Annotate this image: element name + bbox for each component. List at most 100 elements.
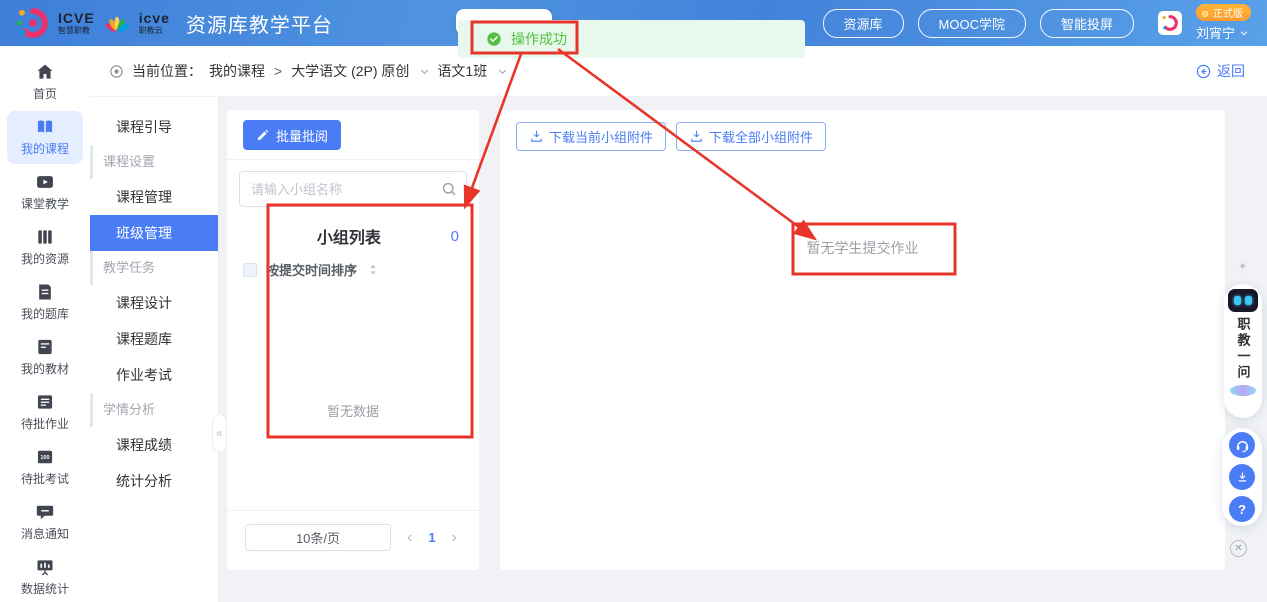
next-page-button[interactable]: › (452, 530, 457, 546)
logo1-sub: 智慧职教 (58, 27, 95, 35)
nav-mooc-button[interactable]: MOOC学院 (918, 9, 1026, 38)
location-icon (108, 63, 125, 80)
question-bank-icon (35, 282, 55, 302)
assistant-label: 职教一问 (1234, 317, 1253, 381)
menu-item-homework-exam[interactable]: 作业考试 (90, 357, 218, 393)
breadcrumb-prefix: 当前位置： (132, 61, 202, 81)
page-size-select[interactable]: 10条/页 (245, 524, 391, 551)
textbook-icon (35, 337, 55, 357)
menu-section-teaching-tasks: 教学任务 (90, 251, 218, 285)
menu-item-course-grades[interactable]: 课程成绩 (90, 427, 218, 463)
submission-empty-text: 暂无学生提交作业 (500, 238, 1225, 258)
header-nav: 资源库 MOOC学院 智能投屏 正式版 刘 (823, 4, 1251, 42)
user-block[interactable]: 正式版 刘宵宁 (1196, 4, 1251, 42)
divider (227, 159, 479, 160)
download-current-group-button[interactable]: 下载当前小组附件 (516, 122, 666, 151)
exam-icon: 100 (35, 447, 55, 467)
rail-item-my-textbooks[interactable]: 我的教材 (7, 331, 83, 384)
group-list-panel: 批量批阅 小组列表 0 (227, 110, 479, 570)
prev-page-button[interactable]: ‹ (407, 530, 412, 546)
rail-item-home[interactable]: 首页 (7, 56, 83, 109)
robot-base-glow (1230, 385, 1256, 396)
rail-item-classroom-teaching[interactable]: 课堂教学 (7, 166, 83, 219)
breadcrumb-class-dropdown[interactable]: 语文1班 (437, 61, 487, 81)
logo2-name: icve (139, 11, 170, 25)
download-all-groups-button[interactable]: 下载全部小组附件 (676, 122, 826, 151)
chevron-down-icon[interactable] (497, 66, 508, 77)
rail-item-my-question-bank[interactable]: 我的题库 (7, 276, 83, 329)
ai-assistant-widget[interactable]: 职教一问 (1224, 284, 1262, 418)
group-count-badge: 0 (451, 228, 459, 245)
select-all-checkbox[interactable] (243, 263, 257, 277)
group-list-empty-text: 暂无数据 (227, 401, 479, 420)
pencil-icon (256, 128, 270, 142)
home-icon (35, 62, 55, 82)
help-button[interactable]: ? (1229, 496, 1255, 522)
floating-toolbar: ? (1222, 428, 1262, 526)
rail-item-my-resources[interactable]: 我的资源 (7, 221, 83, 274)
username-dropdown[interactable]: 刘宵宁 (1196, 23, 1249, 42)
book-open-icon (35, 117, 55, 137)
assistant-sparkle-icon: ✦ (1238, 260, 1247, 273)
app-launcher-icon[interactable] (1158, 11, 1182, 35)
version-badge: 正式版 (1196, 4, 1251, 21)
platform-logos: ICVE 智慧职教 icve 职教云 (16, 6, 170, 40)
breadcrumb-course-dropdown[interactable]: 大学语文 (2P) 原创 (291, 61, 409, 81)
search-icon[interactable] (440, 180, 458, 198)
current-page-number[interactable]: 1 (428, 530, 435, 545)
resources-icon (35, 227, 55, 247)
rail-item-exams-to-review[interactable]: 100 待批考试 (7, 441, 83, 494)
zhijiaoyun-logo-text: icve 职教云 (139, 11, 170, 35)
download-icon (689, 129, 704, 144)
homework-icon (35, 392, 55, 412)
menu-item-statistical-analysis[interactable]: 统计分析 (90, 463, 218, 499)
success-toast: 操作成功 (458, 20, 805, 58)
close-floating-toolbar-button[interactable]: ✕ (1230, 540, 1247, 557)
back-button[interactable]: 返回 (1195, 61, 1245, 81)
nav-resource-library-button[interactable]: 资源库 (823, 9, 904, 38)
rail-item-data-statistics[interactable]: 数据统计 (7, 551, 83, 602)
sidebar-collapse-handle[interactable]: « (212, 414, 227, 452)
group-search-input[interactable] (239, 171, 467, 207)
chevron-down-icon (1239, 28, 1249, 38)
rail-item-my-courses[interactable]: 我的课程 (7, 111, 83, 164)
logo2-sub: 职教云 (139, 27, 170, 35)
download-center-button[interactable] (1229, 464, 1255, 490)
group-search (239, 171, 467, 207)
rail-item-notifications[interactable]: 消息通知 (7, 496, 83, 549)
zhijiaoyun-fan-logo-icon (103, 9, 131, 37)
svg-text:100: 100 (40, 455, 49, 461)
batch-review-button[interactable]: 批量批阅 (243, 120, 341, 150)
menu-item-course-design[interactable]: 课程设计 (90, 285, 218, 321)
icve-swirl-logo-icon (16, 6, 50, 40)
back-circle-arrow-icon (1195, 63, 1212, 80)
menu-section-course-settings: 课程设置 (90, 145, 218, 179)
submission-panel: 下载当前小组附件 下载全部小组附件 暂无学生提交作业 (500, 110, 1225, 570)
icve-logo-text: ICVE 智慧职教 (58, 11, 95, 35)
download-cloud-icon (1234, 469, 1251, 486)
success-check-icon (486, 31, 502, 47)
breadcrumb-root[interactable]: 我的课程 (209, 61, 265, 81)
robot-face-icon (1228, 289, 1258, 312)
chevron-down-icon[interactable] (419, 66, 430, 77)
group-list-title: 小组列表 (247, 224, 451, 248)
logo1-name: ICVE (58, 11, 95, 25)
pagination: 10条/页 ‹ 1 › (227, 510, 479, 570)
headset-icon (1234, 437, 1251, 454)
menu-item-course-management[interactable]: 课程管理 (90, 179, 218, 215)
classroom-video-icon (35, 172, 55, 192)
page-title: 资源库教学平台 (186, 9, 333, 38)
download-icon (529, 129, 544, 144)
group-list-header: 小组列表 0 (247, 224, 459, 248)
content-area: 批量批阅 小组列表 0 (219, 97, 1267, 602)
rail-item-homework-to-review[interactable]: 待批作业 (7, 386, 83, 439)
course-menu: 课程引导 课程设置 课程管理 班级管理 教学任务 课程设计 课程题库 作业考试 … (90, 97, 219, 602)
sort-arrows-icon[interactable] (366, 262, 380, 278)
statistics-icon (35, 557, 55, 577)
menu-item-class-management[interactable]: 班级管理 (90, 215, 218, 251)
sort-row: 按提交时间排序 (243, 260, 463, 279)
customer-service-button[interactable] (1229, 432, 1255, 458)
menu-item-course-guide[interactable]: 课程引导 (90, 109, 218, 145)
menu-item-course-question-bank[interactable]: 课程题库 (90, 321, 218, 357)
nav-screencast-button[interactable]: 智能投屏 (1040, 9, 1134, 38)
